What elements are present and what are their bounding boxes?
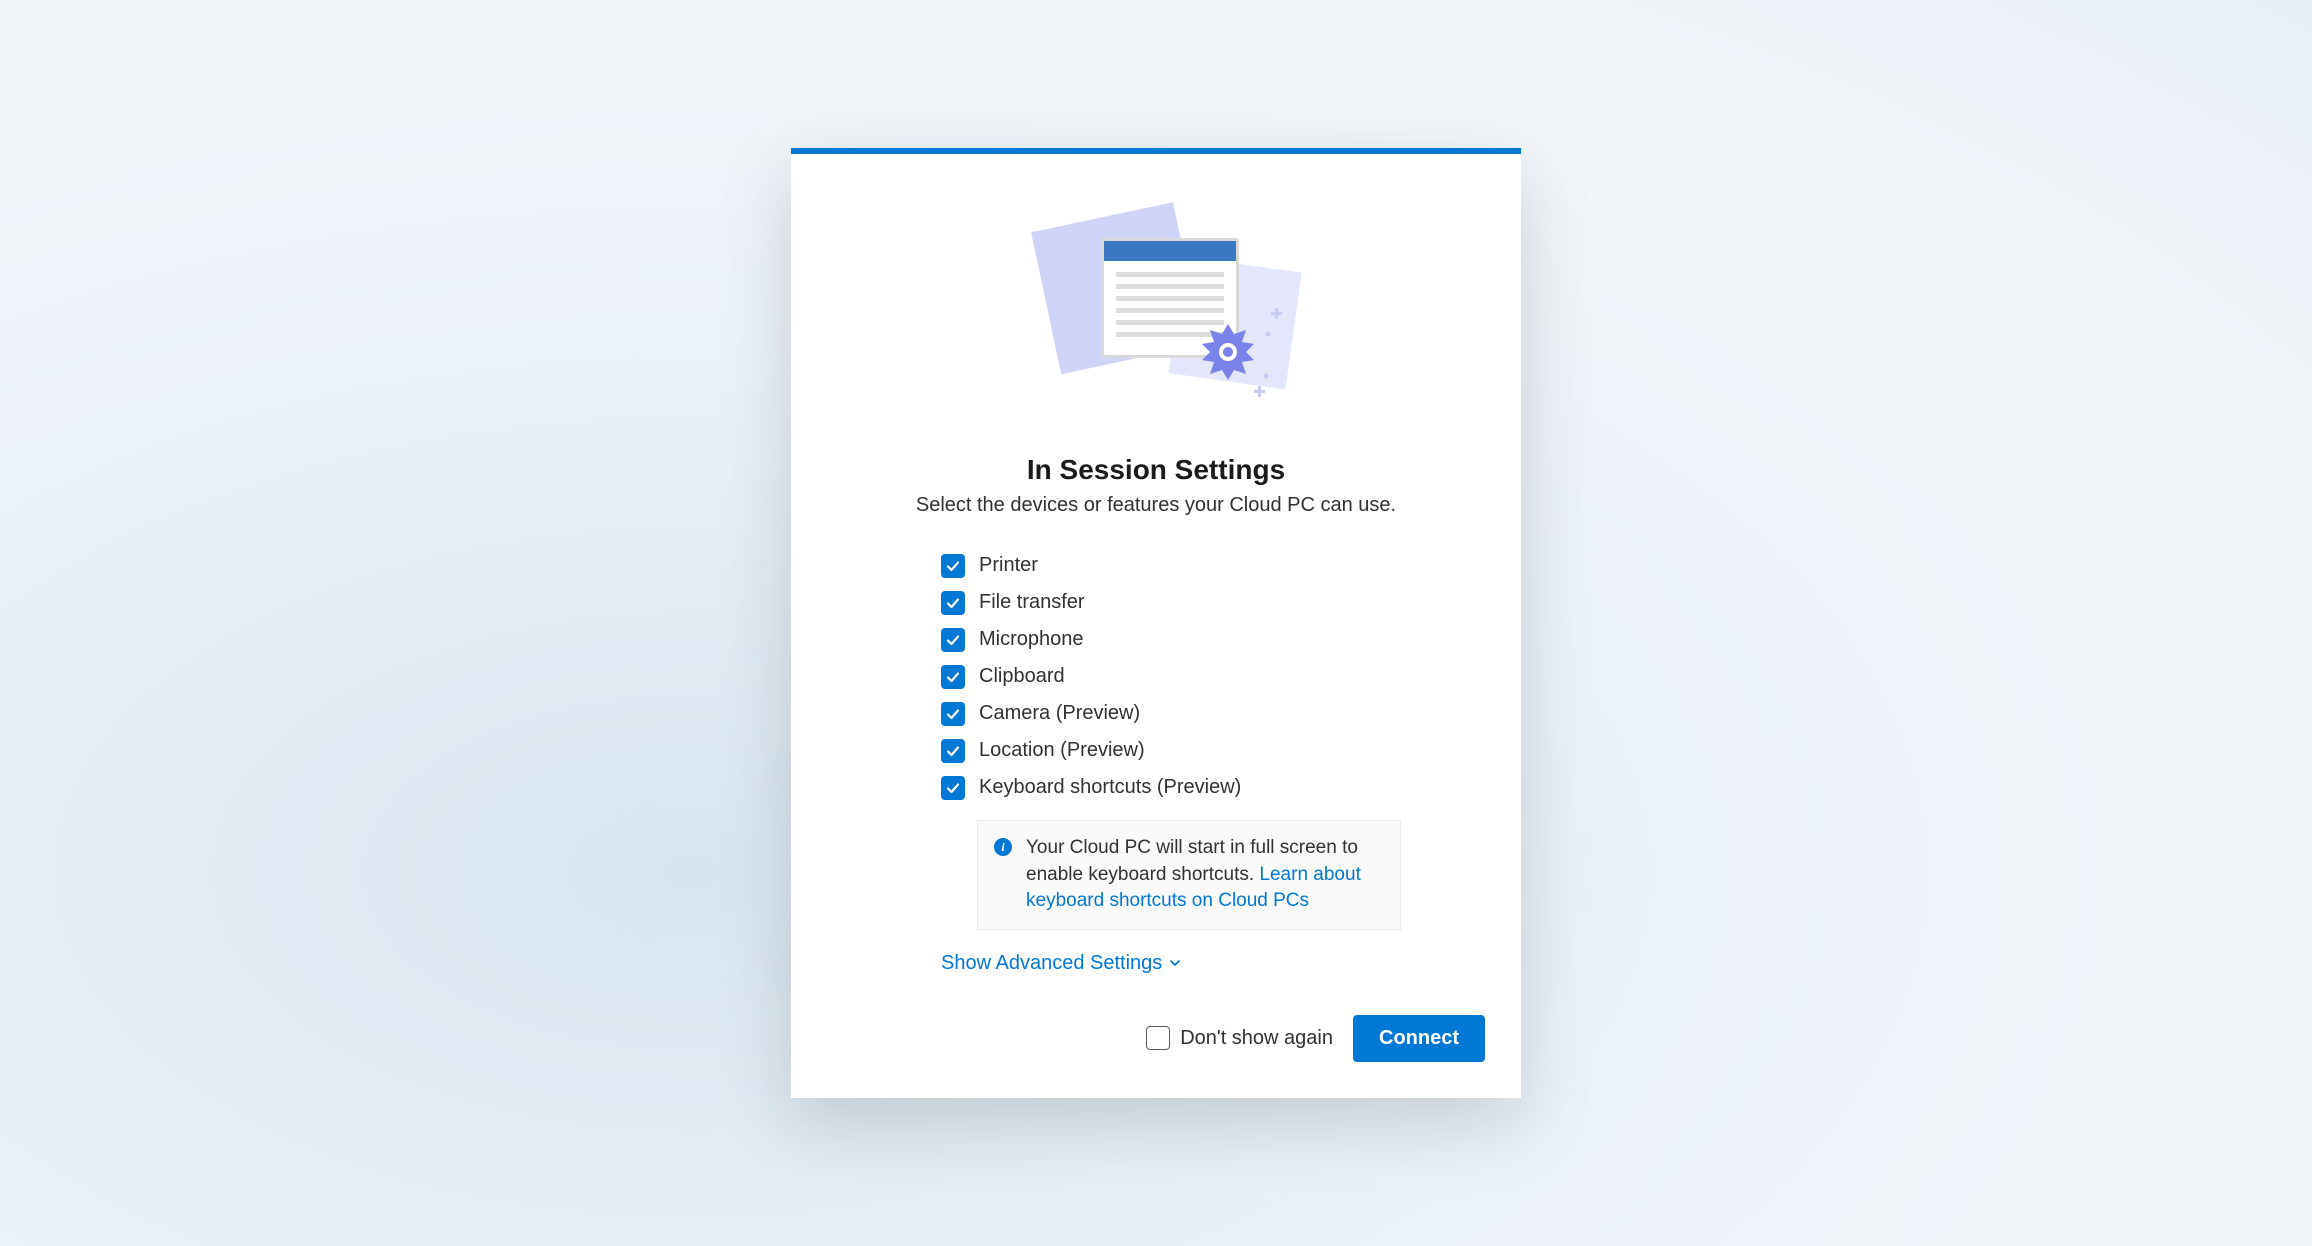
option-label: Printer [979,554,1038,577]
checkbox-checked-icon [941,628,965,652]
option-label: Clipboard [979,665,1065,688]
checkbox-checked-icon [941,776,965,800]
option-label: Camera (Preview) [979,702,1140,725]
options-list: Printer File transfer Microphone Clipboa… [941,547,1521,806]
option-printer[interactable]: Printer [941,547,1521,584]
checkbox-checked-icon [941,739,965,763]
dialog-subtitle: Select the devices or features your Clou… [791,494,1521,517]
info-callout: i Your Cloud PC will start in full scree… [977,820,1401,930]
option-label: Location (Preview) [979,739,1145,762]
option-keyboard-shortcuts[interactable]: Keyboard shortcuts (Preview) [941,769,1521,806]
dialog-title: In Session Settings [791,454,1521,486]
option-label: File transfer [979,591,1085,614]
checkbox-checked-icon [941,554,965,578]
chevron-down-icon [1168,956,1182,970]
option-label: Keyboard shortcuts (Preview) [979,776,1241,799]
advanced-link-label: Show Advanced Settings [941,952,1162,975]
option-file-transfer[interactable]: File transfer [941,584,1521,621]
checkbox-checked-icon [941,702,965,726]
dialog-footer: Don't show again Connect [791,1015,1485,1062]
option-microphone[interactable]: Microphone [941,621,1521,658]
checkbox-unchecked-icon [1146,1026,1170,1050]
checkbox-checked-icon [941,665,965,689]
option-location[interactable]: Location (Preview) [941,732,1521,769]
dont-show-again-checkbox[interactable]: Don't show again [1146,1026,1333,1050]
session-settings-dialog: In Session Settings Select the devices o… [791,148,1521,1098]
option-camera[interactable]: Camera (Preview) [941,695,1521,732]
connect-button[interactable]: Connect [1353,1015,1485,1062]
option-clipboard[interactable]: Clipboard [941,658,1521,695]
info-icon: i [994,838,1012,856]
hero-illustration [791,154,1521,434]
checkbox-checked-icon [941,591,965,615]
dont-show-label: Don't show again [1180,1027,1333,1050]
info-text: Your Cloud PC will start in full screen … [1026,835,1384,915]
show-advanced-settings-link[interactable]: Show Advanced Settings [941,952,1182,975]
option-label: Microphone [979,628,1084,651]
dialog-heading: In Session Settings Select the devices o… [791,454,1521,517]
